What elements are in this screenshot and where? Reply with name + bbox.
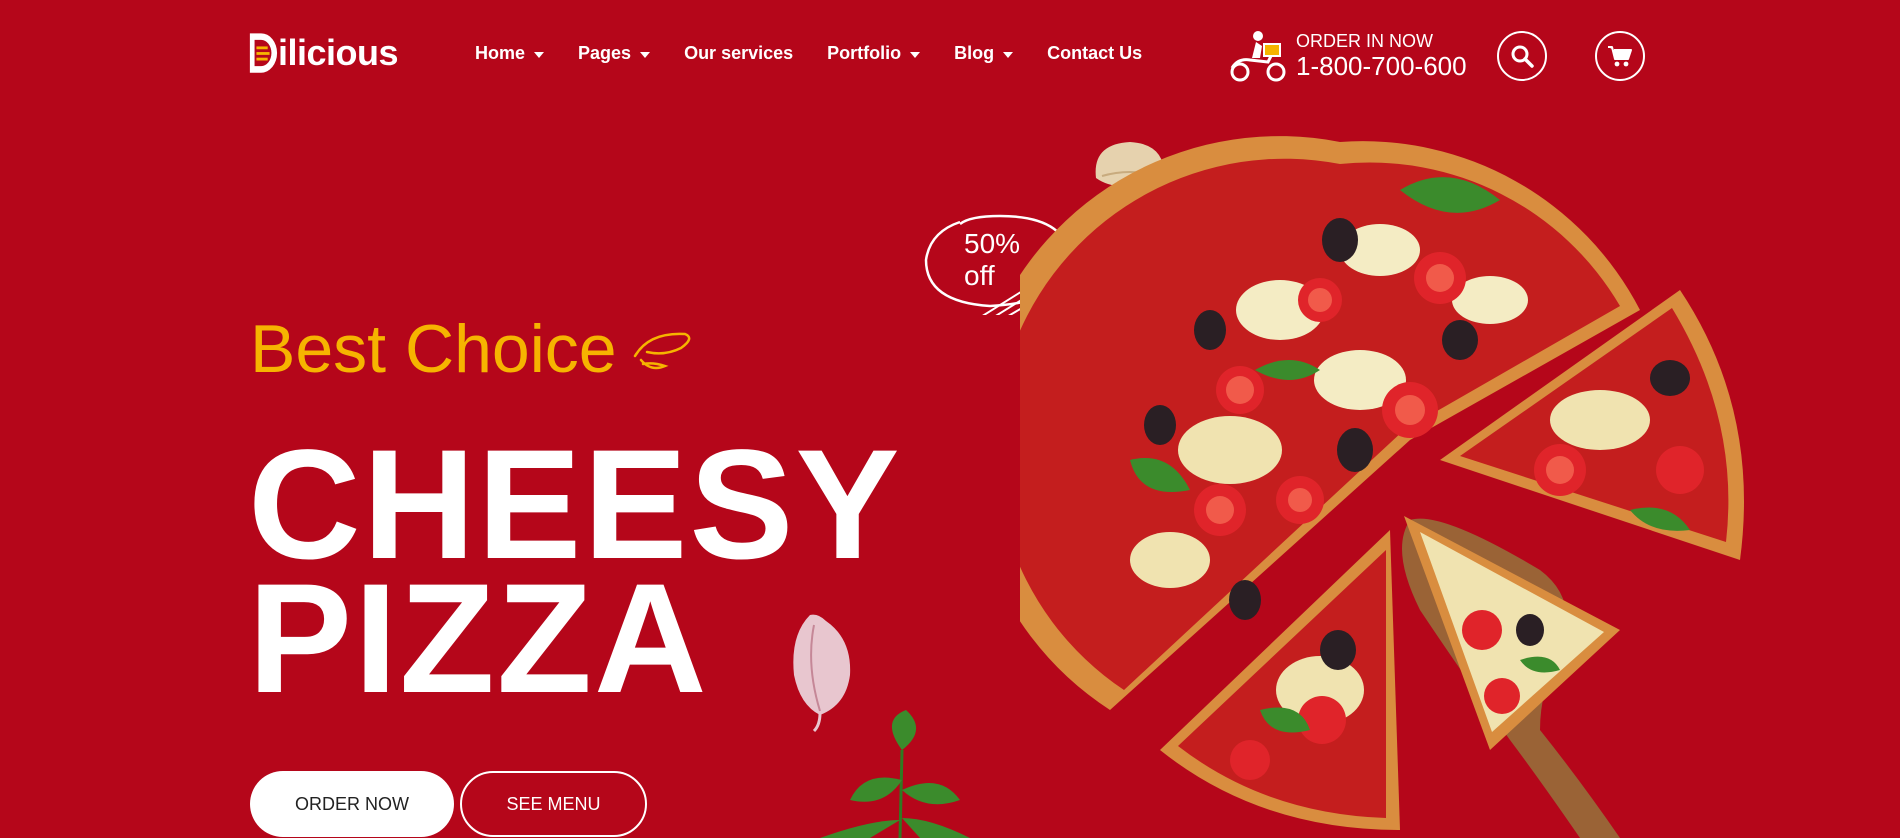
- pizza-image: [1020, 136, 1744, 838]
- nav-label: Contact Us: [1047, 43, 1143, 63]
- main-nav: Home Pages Our services Portfolio Blog C…: [475, 43, 1176, 64]
- nav-item-portfolio[interactable]: Portfolio: [827, 43, 921, 64]
- nav-label: Portfolio: [827, 43, 902, 63]
- logo[interactable]: ilicious: [248, 30, 399, 76]
- delivery-scooter-icon: [1230, 31, 1286, 82]
- order-now-button[interactable]: ORDER NOW: [250, 771, 454, 837]
- badge-off: off: [964, 260, 995, 291]
- chevron-down-icon: [534, 52, 545, 58]
- nav-item-home[interactable]: Home: [475, 43, 545, 64]
- order-phone-block[interactable]: ORDER IN NOW 1-800-700-600: [1228, 28, 1467, 84]
- nav-label: Pages: [578, 43, 632, 63]
- order-phone-number[interactable]: 1-800-700-600: [1296, 51, 1467, 81]
- basil-decoration-icon: [820, 710, 970, 838]
- chevron-down-icon: [1003, 52, 1014, 58]
- nav-item-our-services[interactable]: Our services: [684, 43, 793, 64]
- tagline-text: Best Choice: [250, 311, 617, 387]
- badge-percent: 50%: [964, 228, 1021, 259]
- cart-icon: [1608, 46, 1632, 67]
- search-button[interactable]: [1497, 31, 1547, 81]
- nav-item-contact-us[interactable]: Contact Us: [1047, 43, 1142, 64]
- nav-item-pages[interactable]: Pages: [578, 43, 651, 64]
- cart-button[interactable]: [1595, 31, 1645, 81]
- logo-mark-icon: [249, 33, 278, 73]
- nav-label: Home: [475, 43, 526, 63]
- nav-label: Our services: [684, 43, 794, 63]
- see-menu-button[interactable]: SEE MENU: [460, 771, 647, 837]
- hero-tagline: Best Choice: [250, 310, 695, 388]
- search-icon: [1511, 45, 1534, 68]
- nav-label: Blog: [954, 43, 995, 63]
- site-header: ilicious Home Pages Our services Portfol…: [0, 0, 1900, 110]
- swirl-decoration-icon: [633, 332, 691, 370]
- logo-text: ilicious: [278, 32, 399, 73]
- chevron-down-icon: [640, 52, 651, 58]
- chevron-down-icon: [910, 52, 921, 58]
- discount-badge: 50% off: [964, 228, 1020, 292]
- order-label: ORDER IN NOW: [1296, 31, 1433, 51]
- order-text: ORDER IN NOW 1-800-700-600: [1296, 31, 1467, 81]
- nav-item-blog[interactable]: Blog: [954, 43, 1014, 64]
